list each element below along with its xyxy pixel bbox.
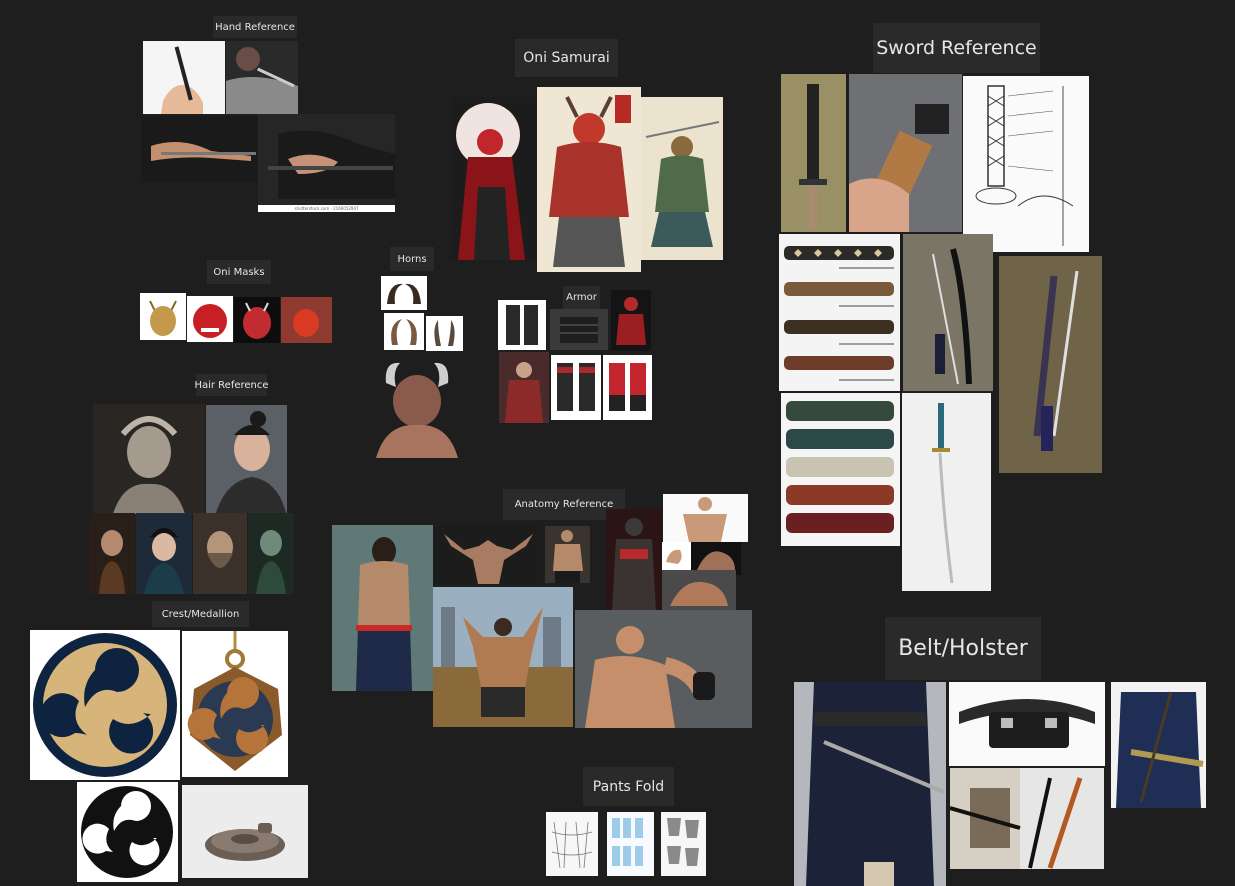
- pants-fold-image-2[interactable]: [607, 812, 654, 876]
- pants-fold-image-1[interactable]: [546, 812, 598, 876]
- armor-image-3[interactable]: [611, 290, 651, 351]
- crest-mitsudomoe-black[interactable]: [77, 782, 178, 882]
- crest-medallion-3d[interactable]: [182, 785, 308, 878]
- anatomy-image-1[interactable]: [332, 525, 433, 691]
- sword-ref-image-5[interactable]: [999, 256, 1102, 473]
- hair-ref-image-1[interactable]: [93, 404, 205, 514]
- anatomy-image-3[interactable]: [545, 526, 590, 583]
- crest-medallion-label: Crest/Medallion: [152, 601, 249, 627]
- sword-reference-label: Sword Reference: [873, 23, 1040, 73]
- hair-ref-image-3[interactable]: [89, 513, 135, 594]
- horns-label: Horns: [390, 247, 434, 271]
- hair-ref-image-5[interactable]: [193, 513, 247, 594]
- anatomy-image-4[interactable]: [606, 509, 662, 610]
- oni-samurai-image-2[interactable]: [537, 87, 641, 272]
- armor-image-6[interactable]: [603, 355, 652, 420]
- sword-ref-katana-full[interactable]: [902, 393, 991, 591]
- oni-samurai-label: Oni Samurai: [515, 39, 618, 77]
- hand-ref-image-3[interactable]: [141, 116, 258, 182]
- sword-ref-diagram[interactable]: [963, 76, 1089, 252]
- sword-ref-image-2[interactable]: [849, 74, 962, 232]
- anatomy-image-6[interactable]: [662, 542, 691, 570]
- horns-image-1[interactable]: [381, 276, 427, 310]
- belt-holster-image-4[interactable]: [950, 768, 1104, 869]
- oni-samurai-image-3[interactable]: [641, 97, 723, 260]
- oni-mask-image-4[interactable]: [281, 297, 332, 343]
- sword-ref-image-1[interactable]: [781, 74, 846, 232]
- pants-fold-label: Pants Fold: [583, 767, 674, 806]
- crest-mitsudomoe-gold[interactable]: [30, 630, 180, 780]
- hand-ref-image-2[interactable]: [226, 41, 298, 114]
- armor-image-5[interactable]: [551, 355, 601, 420]
- oni-samurai-image-1[interactable]: [450, 97, 537, 260]
- hand-ref-image-1[interactable]: [143, 41, 225, 114]
- moodboard-canvas[interactable]: Hand Reference shutterstock.com · 216605…: [0, 0, 1235, 886]
- belt-holster-label: Belt/Holster: [885, 617, 1041, 680]
- pants-fold-image-3[interactable]: [661, 812, 706, 876]
- anatomy-image-5[interactable]: [663, 494, 748, 542]
- horns-image-2[interactable]: [384, 313, 424, 350]
- crest-medallion-image[interactable]: [182, 631, 288, 777]
- sword-ref-tsuka-samples[interactable]: [781, 393, 900, 546]
- hair-ref-image-2[interactable]: [206, 405, 287, 513]
- horns-oni-portrait[interactable]: [366, 353, 468, 458]
- armor-image-2[interactable]: [550, 309, 608, 350]
- belt-holster-image-3[interactable]: [1111, 682, 1206, 808]
- sword-ref-tsuka-chart[interactable]: [779, 234, 900, 391]
- belt-holster-image-2[interactable]: [949, 682, 1105, 766]
- oni-masks-label: Oni Masks: [207, 260, 271, 284]
- oni-mask-image-3[interactable]: [234, 297, 280, 343]
- belt-holster-image-1[interactable]: [794, 682, 946, 886]
- anatomy-image-2[interactable]: [434, 526, 543, 584]
- hair-ref-image-4[interactable]: [136, 513, 192, 594]
- anatomy-image-8[interactable]: [662, 570, 736, 610]
- sword-ref-image-4[interactable]: [903, 234, 993, 391]
- anatomy-image-9[interactable]: [433, 587, 573, 727]
- hair-reference-label: Hair Reference: [194, 374, 269, 396]
- armor-label: Armor: [563, 286, 600, 309]
- hand-ref-image-4[interactable]: shutterstock.com · 2166052947: [258, 114, 395, 212]
- oni-mask-image-1[interactable]: [140, 293, 186, 340]
- armor-image-1[interactable]: [498, 300, 546, 350]
- armor-image-4[interactable]: [499, 352, 549, 423]
- shutterstock-watermark: shutterstock.com · 2166052947: [294, 206, 359, 211]
- horns-image-3[interactable]: [426, 316, 463, 351]
- oni-mask-image-2[interactable]: [187, 296, 233, 342]
- hand-reference-label: Hand Reference: [213, 16, 297, 38]
- anatomy-image-10[interactable]: [575, 610, 752, 728]
- hair-ref-image-6[interactable]: [248, 513, 294, 594]
